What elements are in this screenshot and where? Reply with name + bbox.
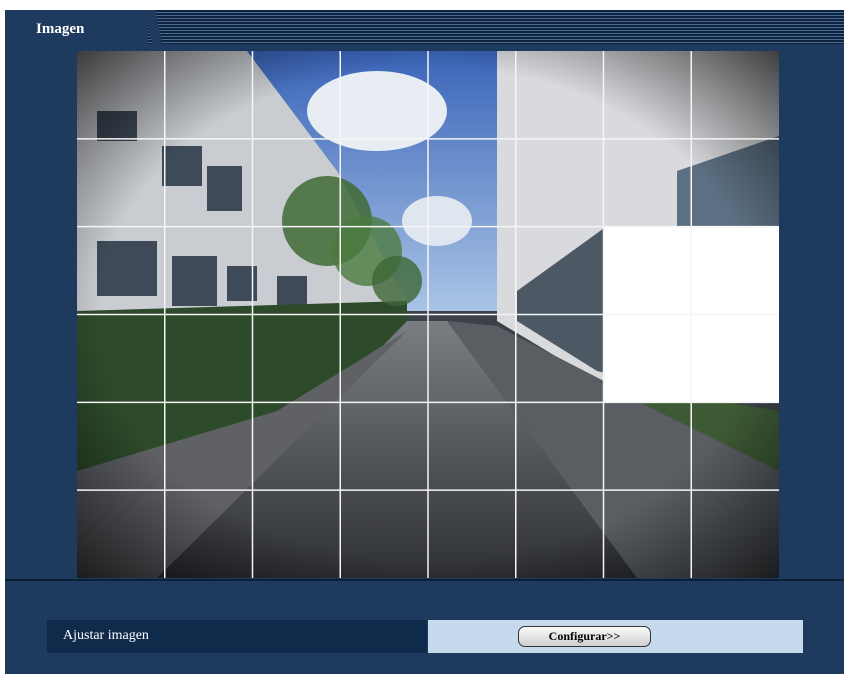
image-settings-panel: Imagen Ajustar imagen Configurar>> xyxy=(5,10,844,674)
masked-cell[interactable] xyxy=(691,226,779,315)
section-divider xyxy=(5,579,844,581)
section-title: Imagen xyxy=(36,21,85,37)
configure-button[interactable]: Configurar>> xyxy=(518,626,651,647)
section-tab: Imagen xyxy=(5,10,148,46)
masked-cell[interactable] xyxy=(603,226,692,315)
camera-image-grid[interactable] xyxy=(77,51,779,578)
masked-cell[interactable] xyxy=(603,314,692,403)
adjust-image-row-value-cell: Configurar>> xyxy=(428,620,803,653)
adjust-image-label: Ajustar imagen xyxy=(63,628,149,643)
adjust-image-row-label-cell: Ajustar imagen xyxy=(47,620,427,653)
camera-image[interactable] xyxy=(77,51,779,578)
masked-cell[interactable] xyxy=(691,314,779,403)
